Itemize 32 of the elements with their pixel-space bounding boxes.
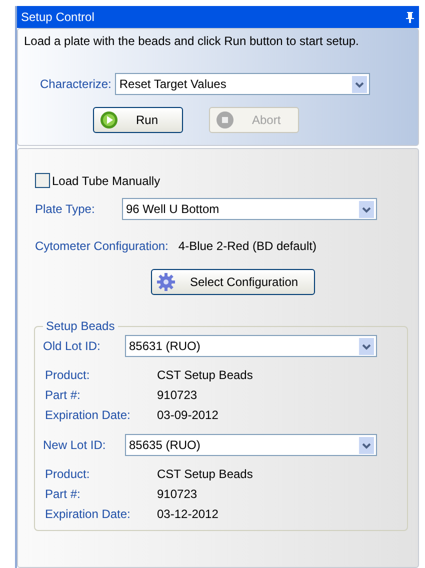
detail-label: Expiration Date: <box>45 408 132 422</box>
detail-value: CST Setup Beads <box>157 467 253 481</box>
stop-icon <box>216 111 234 129</box>
instruction-text: Load a plate with the beads and click Run button to start setup. <box>24 34 360 48</box>
detail-value: 03-09-2012 <box>157 408 218 422</box>
detail-label: Product: <box>45 368 91 382</box>
lot-id-dropdown[interactable]: 85631 (RUO) <box>125 335 377 357</box>
load-tube-checkbox[interactable]: Load Tube Manually <box>35 173 408 188</box>
detail-label: Product: <box>45 467 91 481</box>
play-icon <box>100 111 118 129</box>
field-label: Characterize: <box>40 77 112 91</box>
detail-label: Expiration Date: <box>45 507 132 521</box>
field-label: Plate Type: <box>35 202 96 216</box>
pin-icon[interactable] <box>406 12 414 22</box>
window-title: Setup Control <box>21 10 94 24</box>
detail-value: 910723 <box>157 388 198 402</box>
detail-label: Part #: <box>45 487 82 501</box>
detail-value: 03-12-2012 <box>157 507 218 521</box>
plate-type-dropdown[interactable]: 96 Well U Bottom <box>122 198 377 220</box>
group-title: Setup Beads <box>45 319 116 333</box>
field-label: Cytometer Configuration: <box>35 239 168 253</box>
lot-id-dropdown[interactable]: 85635 (RUO) <box>125 434 377 456</box>
field-label: New Lot ID: <box>43 438 107 452</box>
configuration-value: 4-Blue 2-Red (BD default) <box>178 239 316 253</box>
field-label: Old Lot ID: <box>43 339 102 353</box>
characterize-dropdown[interactable]: Reset Target Values <box>115 73 370 95</box>
detail-label: Part #: <box>45 388 82 402</box>
select-configuration-button[interactable]: Select Configuration <box>151 269 316 295</box>
run-button[interactable]: Run <box>93 107 183 133</box>
detail-value: 910723 <box>157 487 198 501</box>
gear-icon <box>156 272 176 292</box>
detail-value: CST Setup Beads <box>157 368 253 382</box>
